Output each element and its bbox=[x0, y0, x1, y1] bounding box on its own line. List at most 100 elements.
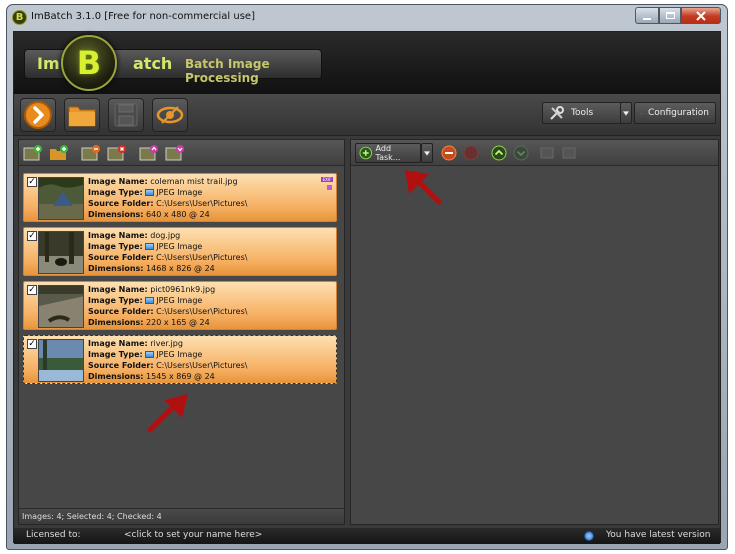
image-list-item[interactable]: ✓ Image Name: dog.jpg Image Type: JPEG I… bbox=[23, 227, 337, 276]
label-source-folder: Source Folder: bbox=[88, 253, 154, 262]
chevron-up-icon bbox=[491, 145, 507, 161]
title-bar[interactable]: B ImBatch 3.1.0 [Free for non-commercial… bbox=[7, 5, 727, 31]
exif-badge-icon: EXIF bbox=[321, 177, 333, 182]
save-icon bbox=[562, 147, 576, 159]
clear-images-icon bbox=[107, 145, 126, 161]
image-list-item[interactable]: ✓ Image Name: river.jpg Image Type: JPEG… bbox=[23, 335, 337, 384]
chevron-down-icon bbox=[623, 110, 629, 116]
label-dimensions: Dimensions: bbox=[88, 210, 144, 219]
logo-text-left: Im bbox=[37, 54, 60, 73]
label-image-name: Image Name: bbox=[88, 177, 148, 186]
add-task-button[interactable]: Add Task... bbox=[355, 143, 421, 163]
remove-image-button[interactable] bbox=[81, 144, 101, 162]
image-name: dog.jpg bbox=[150, 231, 181, 240]
load-tasks-button[interactable] bbox=[537, 144, 557, 162]
add-icon bbox=[359, 146, 373, 160]
image-list-toolbar bbox=[19, 140, 344, 166]
source-folder: C:\Users\User\Pictures\ bbox=[156, 199, 248, 208]
label-image-type: Image Type: bbox=[88, 296, 143, 305]
image-thumbnail bbox=[38, 285, 84, 328]
add-folder-button[interactable] bbox=[49, 144, 69, 162]
image-type: JPEG Image bbox=[156, 296, 203, 305]
remove-task-button[interactable] bbox=[439, 144, 459, 162]
image-dimensions: 1468 x 826 @ 24 bbox=[146, 264, 215, 273]
clear-tasks-button[interactable] bbox=[461, 144, 481, 162]
move-down-button[interactable] bbox=[165, 144, 185, 162]
add-folder-icon bbox=[50, 145, 68, 160]
tools-icon bbox=[550, 106, 564, 120]
maximize-button[interactable] bbox=[659, 7, 681, 24]
label-image-type: Image Type: bbox=[88, 350, 143, 359]
configuration-label: Configuration bbox=[647, 108, 709, 118]
logo-text-right: atch bbox=[133, 54, 173, 73]
licensed-label: Licensed to: bbox=[26, 530, 81, 540]
update-status-icon bbox=[584, 531, 594, 541]
status-bar: Licensed to: <click to set your name her… bbox=[14, 528, 720, 544]
label-image-name: Image Name: bbox=[88, 285, 148, 294]
label-source-folder: Source Folder: bbox=[88, 307, 154, 316]
image-info: Image Name: river.jpg Image Type: JPEG I… bbox=[88, 338, 328, 382]
clear-icon bbox=[463, 145, 479, 161]
save-button[interactable] bbox=[108, 98, 144, 132]
set-name-link[interactable]: <click to set your name here> bbox=[124, 530, 262, 540]
task-list-panel: Add Task... bbox=[350, 139, 719, 525]
chevron-down-circle-icon bbox=[513, 145, 529, 161]
play-arrow-icon bbox=[24, 101, 52, 129]
image-info: Image Name: coleman mist trail.jpg Image… bbox=[88, 176, 328, 220]
source-folder: C:\Users\User\Pictures\ bbox=[156, 253, 248, 262]
label-image-name: Image Name: bbox=[88, 339, 148, 348]
preview-button[interactable] bbox=[152, 98, 188, 132]
window-controls bbox=[635, 7, 721, 24]
app-icon: B bbox=[12, 10, 27, 25]
logo-emblem: B bbox=[61, 35, 117, 91]
image-thumbnail bbox=[38, 177, 84, 220]
run-button[interactable] bbox=[20, 98, 56, 132]
image-list-item[interactable]: ✓ Image Name: pict0961nk9.jpg Image Type… bbox=[23, 281, 337, 330]
minimize-icon bbox=[643, 17, 651, 20]
add-task-label: Add Task... bbox=[375, 144, 401, 162]
item-checkbox[interactable]: ✓ bbox=[27, 339, 37, 349]
tools-button[interactable]: Tools bbox=[542, 102, 628, 124]
move-up-button[interactable] bbox=[139, 144, 159, 162]
move-up-icon bbox=[139, 145, 158, 161]
save-tasks-button[interactable] bbox=[559, 144, 579, 162]
image-thumbnail bbox=[38, 231, 84, 274]
move-task-down-button[interactable] bbox=[511, 144, 531, 162]
label-dimensions: Dimensions: bbox=[88, 264, 144, 273]
image-name: pict0961nk9.jpg bbox=[150, 285, 216, 294]
close-button[interactable] bbox=[681, 7, 721, 24]
image-name: river.jpg bbox=[150, 339, 183, 348]
open-folder-button[interactable] bbox=[64, 98, 100, 132]
image-name: coleman mist trail.jpg bbox=[150, 177, 238, 186]
item-checkbox[interactable]: ✓ bbox=[27, 285, 37, 295]
label-image-type: Image Type: bbox=[88, 242, 143, 251]
jpeg-file-icon bbox=[145, 351, 155, 358]
gear-icon bbox=[641, 112, 642, 114]
minimize-button[interactable] bbox=[635, 7, 659, 24]
main-toolbar: Tools Configuration bbox=[14, 94, 720, 136]
tools-dropdown-button[interactable] bbox=[620, 102, 632, 124]
image-list-panel: ✓ Image Name: coleman mist trail.jpg Ima… bbox=[18, 139, 345, 525]
image-list-item[interactable]: ✓ Image Name: coleman mist trail.jpg Ima… bbox=[23, 173, 337, 222]
remove-icon bbox=[441, 145, 457, 161]
eye-icon bbox=[156, 106, 184, 124]
jpeg-file-icon bbox=[145, 189, 155, 196]
image-type: JPEG Image bbox=[156, 188, 203, 197]
app-banner: Im atch Batch Image Processing B bbox=[14, 32, 720, 94]
image-list-status: Images: 4; Selected: 4; Checked: 4 bbox=[19, 508, 344, 524]
add-task-dropdown-button[interactable] bbox=[421, 143, 433, 163]
image-thumbnail bbox=[38, 339, 84, 382]
item-checkbox[interactable]: ✓ bbox=[27, 177, 37, 187]
label-source-folder: Source Folder: bbox=[88, 361, 154, 370]
add-images-button[interactable] bbox=[23, 144, 43, 162]
move-down-icon bbox=[165, 145, 184, 161]
item-checkbox[interactable]: ✓ bbox=[27, 231, 37, 241]
jpeg-file-icon bbox=[145, 243, 155, 250]
folder-icon bbox=[68, 106, 96, 127]
move-task-up-button[interactable] bbox=[489, 144, 509, 162]
app-window: B ImBatch 3.1.0 [Free for non-commercial… bbox=[6, 4, 728, 550]
floppy-disk-icon bbox=[114, 103, 138, 127]
configuration-button[interactable]: Configuration bbox=[634, 102, 716, 124]
clear-images-button[interactable] bbox=[107, 144, 127, 162]
tools-label: Tools bbox=[571, 108, 594, 118]
